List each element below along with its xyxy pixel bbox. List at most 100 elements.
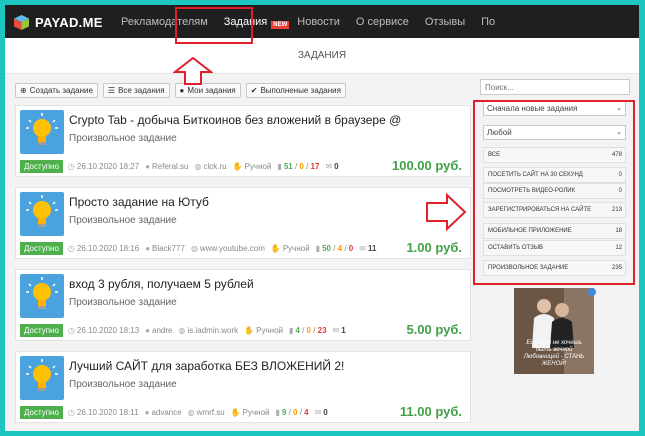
all-tasks-button[interactable]: ☰ Все задания [102, 83, 170, 98]
task-site-value: is.iadmin.work [187, 326, 239, 335]
comment-icon: ✉ [359, 244, 366, 253]
task-messages: ✉ 1 [333, 326, 346, 335]
bar-chart-icon: ▮ [315, 244, 321, 253]
task-date: ◷ 26.10.2020 18:13 [68, 326, 139, 335]
task-date-value: 26.10.2020 18:11 [76, 408, 139, 417]
comment-icon: ✉ [325, 162, 333, 171]
task-date-value: 26.10.2020 18:13 [76, 326, 140, 335]
page-title: ЗАДАНИЯ [5, 38, 639, 74]
task-title[interactable]: вход 3 рубля, получаем 5 рублей [69, 277, 254, 291]
verified-badge-icon [588, 288, 596, 296]
my-tasks-button[interactable]: ● Мои задания [174, 83, 241, 98]
ad-banner[interactable]: Если ты не хочешь быть вечной Любовницей… [514, 288, 594, 374]
user-icon: ● [145, 162, 151, 171]
rejected-count: 0 [348, 244, 354, 253]
task-card[interactable]: Просто задание на Ютуб Произвольное зада… [15, 187, 471, 259]
search-input[interactable] [480, 79, 630, 95]
new-badge: NEW [271, 20, 290, 29]
task-author[interactable]: ● advance [145, 408, 182, 417]
task-title[interactable]: Crypto Tab - добыча Биткоинов без вложен… [69, 113, 401, 127]
my-tasks-label: Мои задания [187, 86, 236, 95]
task-site-value: wmrf.su [196, 408, 225, 417]
arrow-right-icon [426, 193, 467, 231]
task-site-value: clck.ru [203, 162, 227, 171]
task-type: Произвольное задание [69, 379, 177, 390]
ad-text: Если ты не хочешь быть вечной Любовницей… [523, 340, 585, 368]
status-badge: Доступно [20, 160, 63, 173]
task-author-value: andre [152, 326, 173, 335]
task-mode: ✋ Ручной [233, 162, 272, 171]
user-icon: ● [144, 408, 150, 417]
task-title[interactable]: Лучший САЙТ для заработка БЕЗ ВЛОЖЕНИЙ 2… [69, 359, 344, 373]
all-tasks-label: Все задания [118, 86, 165, 95]
task-type: Произвольное задание [69, 297, 177, 308]
nav-item-more[interactable]: По [473, 16, 503, 28]
pending-count: 0 [306, 326, 311, 335]
task-title[interactable]: Просто задание на Ютуб [69, 195, 209, 209]
clock-icon: ◷ [67, 408, 75, 417]
completed-tasks-label: Выполненые задания [260, 86, 341, 95]
status-badge: Доступно [20, 406, 63, 419]
completed-tasks-button[interactable]: ✔ Выполненые задания [245, 83, 346, 98]
task-meta: Доступно ◷ 26.10.2020 18:27 ● Referal.su ◍… [20, 160, 345, 173]
completed-count: 50 [322, 244, 331, 253]
task-author[interactable]: ● andre [145, 326, 172, 335]
task-mode: ✋ Ручной [271, 244, 310, 253]
task-site: ◍ www.youtube.com [191, 244, 265, 253]
cube-logo-icon [13, 14, 30, 31]
bar-chart-icon: ▮ [277, 162, 282, 171]
messages-count: 1 [341, 326, 346, 335]
nav-item-reviews[interactable]: Отзывы [417, 16, 473, 28]
task-price: 100.00 руб. [391, 158, 462, 173]
lightbulb-icon [26, 113, 58, 145]
create-task-label: Создать задание [29, 86, 93, 95]
task-price: 5.00 руб. [406, 322, 462, 337]
user-icon: ● [179, 86, 185, 95]
pending-count: 0 [299, 162, 304, 171]
globe-icon: ◍ [187, 408, 195, 417]
task-card[interactable]: Лучший САЙТ для заработка БЕЗ ВЛОЖЕНИЙ 2… [15, 351, 471, 423]
task-messages: ✉ 0 [315, 408, 328, 417]
task-author-value: advance [151, 408, 182, 417]
task-stats: ▮ 9 / 0 / 4 [275, 408, 309, 417]
task-mode-value: Ручной [244, 162, 272, 171]
hand-icon: ✋ [232, 162, 243, 171]
lightbulb-icon [26, 277, 58, 309]
task-image [20, 192, 64, 236]
list-icon: ☰ [107, 86, 116, 95]
task-mode-value: Ручной [242, 408, 270, 417]
task-type: Произвольное задание [69, 215, 177, 226]
task-image [20, 274, 64, 318]
task-date-value: 26.10.2020 18:27 [76, 162, 140, 171]
rejected-count: 23 [317, 326, 327, 335]
nav-item-about[interactable]: О сервисе [348, 16, 417, 28]
clock-icon: ◷ [67, 162, 75, 171]
task-site: ◍ wmrf.su [188, 408, 225, 417]
completed-count: 4 [295, 326, 300, 335]
task-author[interactable]: ● Referal.su [145, 162, 188, 171]
bar-chart-icon: ▮ [288, 326, 294, 335]
nav-item-news[interactable]: Новости [289, 16, 348, 28]
pending-count: 4 [337, 244, 343, 253]
task-card[interactable]: Crypto Tab - добыча Биткоинов без вложен… [15, 105, 471, 177]
task-stats: ▮ 51 / 0 / 17 [277, 162, 320, 171]
check-circle-icon: ✔ [250, 86, 258, 95]
task-mode-value: Ручной [282, 244, 310, 253]
task-type: Произвольное задание [69, 133, 177, 144]
user-icon: ● [145, 326, 151, 335]
logo[interactable]: PAYAD.ME [13, 13, 103, 31]
hand-icon: ✋ [270, 244, 281, 253]
task-card[interactable]: вход 3 рубля, получаем 5 рублей Произвол… [15, 269, 471, 341]
task-date-value: 26.10.2020 18:16 [76, 244, 140, 253]
task-meta: Доступно ◷ 26.10.2020 18:16 ● Black777 ◍ ww… [20, 242, 382, 255]
task-author[interactable]: ● Black777 [145, 244, 185, 253]
rejected-count: 4 [304, 408, 309, 417]
rejected-count: 17 [310, 162, 320, 171]
task-mode: ✋ Ручной [244, 326, 283, 335]
task-date: ◷ 26.10.2020 18:16 [68, 244, 139, 253]
create-task-button[interactable]: ⊕ Создать задание [15, 83, 98, 98]
task-meta: Доступно ◷ 26.10.2020 18:13 ● andre ◍ is.ia… [20, 324, 352, 337]
task-author-value: Black777 [152, 244, 185, 253]
arrow-up-icon [173, 57, 213, 85]
task-mode: ✋ Ручной [231, 408, 270, 417]
